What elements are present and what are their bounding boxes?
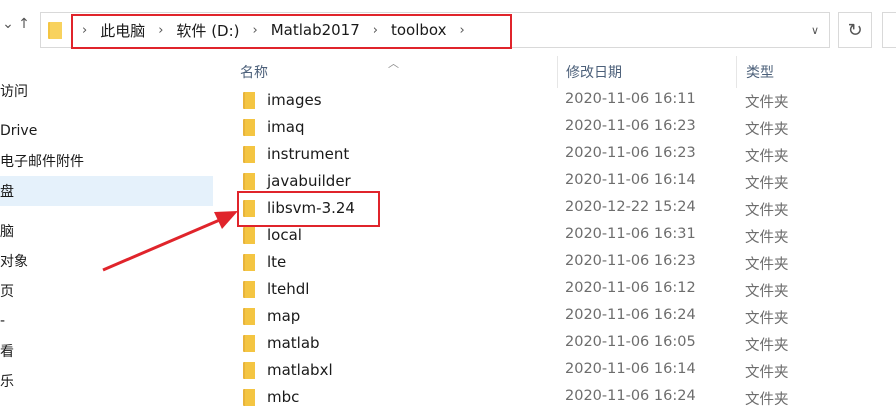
file-type: 文件夹	[745, 338, 789, 354]
sidebar-item-music[interactable]: 乐	[0, 366, 14, 396]
file-type: 文件夹	[745, 284, 789, 300]
list-item[interactable]: instrument 2020-11-06 16:23 文件夹	[215, 141, 896, 168]
highlight-box-address	[71, 14, 512, 49]
sidebar-item-label: Drive	[0, 123, 38, 139]
sidebar-item-label: 电子邮件附件	[0, 154, 84, 170]
file-date: 2020-11-06 16:31	[565, 226, 696, 242]
sidebar-item-label: 看	[0, 344, 14, 360]
folder-icon	[243, 146, 255, 167]
highlight-box-libsvm	[237, 191, 380, 227]
sidebar-item-email-attachments[interactable]: 电子邮件附件	[0, 146, 84, 176]
folder-icon	[48, 22, 62, 43]
sidebar-item-label: 盘	[0, 184, 14, 200]
column-header-label: 类型	[746, 65, 774, 81]
file-type: 文件夹	[745, 203, 789, 219]
sidebar-item-documents[interactable]: -	[0, 306, 5, 336]
sidebar-item-label: 脑	[0, 224, 14, 240]
list-item[interactable]: matlab 2020-11-06 16:05 文件夹	[215, 330, 896, 357]
sidebar-item-selected-drive[interactable]: 盘	[0, 176, 213, 206]
file-date: 2020-11-06 16:23	[565, 253, 696, 269]
file-name: map	[267, 307, 301, 325]
list-item[interactable]: mbc 2020-11-06 16:24 文件夹	[215, 384, 896, 411]
file-name: imaq	[267, 118, 305, 136]
folder-icon	[243, 119, 255, 140]
list-item[interactable]: lte 2020-11-06 16:23 文件夹	[215, 249, 896, 276]
address-history-icon[interactable]: ∨	[811, 13, 819, 47]
file-date: 2020-12-22 15:24	[565, 199, 696, 215]
folder-icon	[243, 227, 255, 248]
file-date: 2020-11-06 16:24	[565, 388, 696, 404]
file-date: 2020-11-06 16:05	[565, 334, 696, 350]
folder-icon	[243, 281, 255, 302]
column-header-label: 修改日期	[566, 65, 622, 81]
folder-icon	[243, 335, 255, 356]
sidebar-item-onedrive[interactable]: Drive	[0, 116, 37, 146]
sidebar-item-3d-objects[interactable]: 对象	[0, 246, 28, 276]
file-date: 2020-11-06 16:14	[565, 361, 696, 377]
column-header-type[interactable]: 类型	[746, 56, 774, 88]
sidebar-item-desktop[interactable]: 页	[0, 276, 14, 306]
sidebar-item-label: -	[0, 313, 6, 329]
file-name: matlabxl	[267, 361, 333, 379]
file-date: 2020-11-06 16:11	[565, 91, 696, 107]
column-header-label: 名称	[240, 65, 268, 81]
column-divider[interactable]	[557, 56, 558, 88]
folder-icon	[243, 92, 255, 113]
file-type: 文件夹	[745, 122, 789, 138]
recent-locations-icon[interactable]: ⌄	[0, 14, 16, 34]
sidebar-item-this-pc[interactable]: 脑	[0, 216, 14, 246]
file-name: local	[267, 226, 302, 244]
file-type: 文件夹	[745, 95, 789, 111]
folder-icon	[243, 389, 255, 410]
file-name: instrument	[267, 145, 350, 163]
list-item[interactable]: imaq 2020-11-06 16:23 文件夹	[215, 114, 896, 141]
column-divider[interactable]	[736, 56, 737, 88]
file-name: javabuilder	[267, 172, 351, 190]
file-date: 2020-11-06 16:23	[565, 145, 696, 161]
search-input[interactable]	[882, 12, 896, 48]
file-name: matlab	[267, 334, 320, 352]
file-name: lte	[267, 253, 287, 271]
sidebar-item-label: 页	[0, 284, 14, 300]
folder-icon	[243, 308, 255, 329]
file-name: images	[267, 91, 322, 109]
list-item[interactable]: matlabxl 2020-11-06 16:14 文件夹	[215, 357, 896, 384]
refresh-button[interactable]: ↻	[838, 12, 872, 48]
column-headers: ︿ 名称 修改日期 类型	[215, 56, 896, 88]
file-date: 2020-11-06 16:24	[565, 307, 696, 323]
file-date: 2020-11-06 16:14	[565, 172, 696, 188]
folder-icon	[243, 362, 255, 383]
list-item[interactable]: images 2020-11-06 16:11 文件夹	[215, 87, 896, 114]
sidebar-item-label: 乐	[0, 374, 14, 390]
file-name: ltehdl	[267, 280, 310, 298]
file-type: 文件夹	[745, 176, 789, 192]
navigation-pane: 访问 Drive 电子邮件附件 盘 脑 对象 页 - 看 乐	[0, 52, 215, 404]
file-type: 文件夹	[745, 149, 789, 165]
sidebar-item-label: 对象	[0, 254, 28, 270]
file-type: 文件夹	[745, 392, 789, 408]
column-header-name[interactable]: 名称	[240, 56, 268, 88]
file-type: 文件夹	[745, 230, 789, 246]
sort-ascending-icon: ︿	[388, 57, 399, 70]
file-type: 文件夹	[745, 311, 789, 327]
list-item[interactable]: ltehdl 2020-11-06 16:12 文件夹	[215, 276, 896, 303]
folder-icon	[243, 254, 255, 275]
sidebar-item-label: 访问	[0, 84, 28, 100]
file-list: ︿ 名称 修改日期 类型 images 2020-11-06 16:11 文件夹…	[215, 52, 896, 408]
file-type: 文件夹	[745, 365, 789, 381]
file-date: 2020-11-06 16:12	[565, 280, 696, 296]
sidebar-item-quick-access[interactable]: 访问	[0, 76, 28, 106]
list-item[interactable]: map 2020-11-06 16:24 文件夹	[215, 303, 896, 330]
file-type: 文件夹	[745, 257, 789, 273]
sidebar-item-downloads[interactable]: 看	[0, 336, 14, 366]
file-date: 2020-11-06 16:23	[565, 118, 696, 134]
file-name: mbc	[267, 388, 300, 406]
column-header-date[interactable]: 修改日期	[566, 56, 622, 88]
up-arrow-icon[interactable]: ↑	[16, 14, 32, 34]
